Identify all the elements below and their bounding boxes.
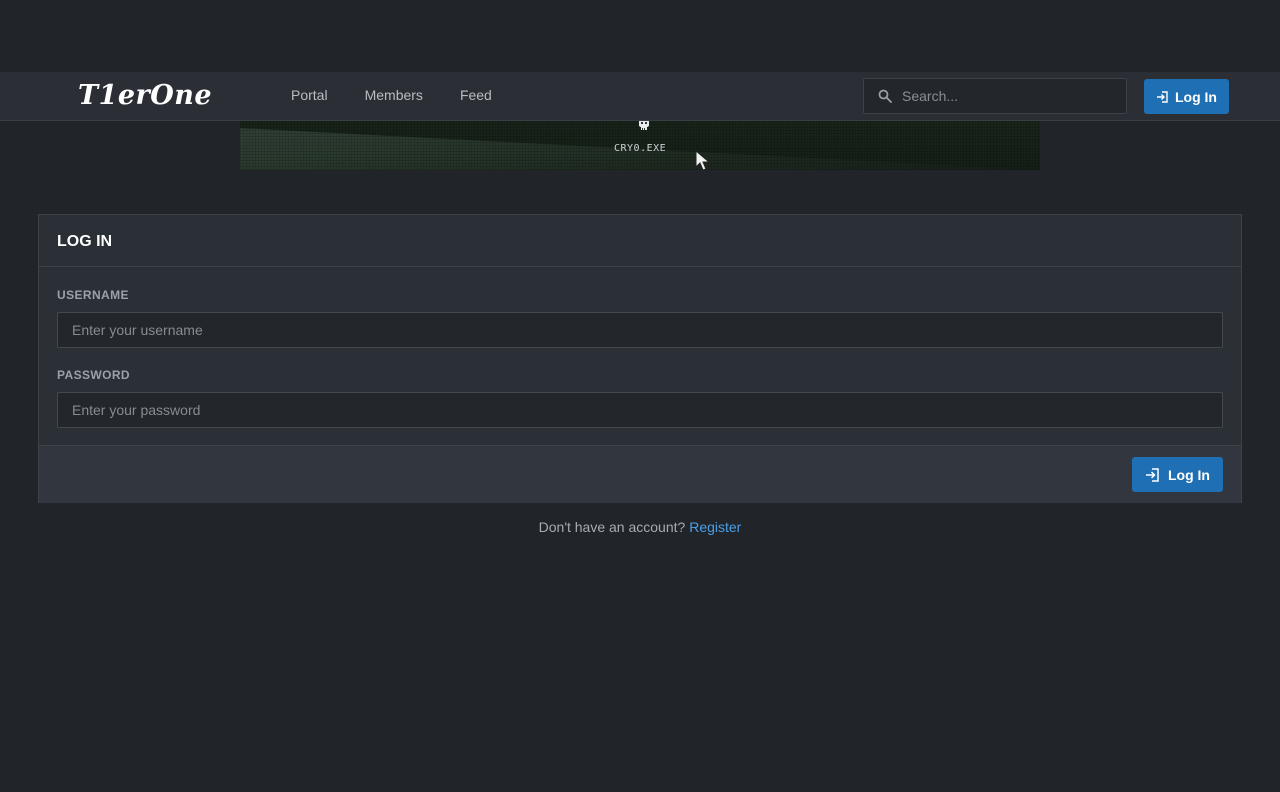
banner-caption: CRY0.EXE xyxy=(614,143,667,154)
header-login-button[interactable]: Log In xyxy=(1144,79,1229,114)
search-input[interactable] xyxy=(902,79,1122,113)
site-header: T1erOne Portal Members Feed Log In xyxy=(0,72,1280,121)
register-prompt: Don't have an account? Register xyxy=(0,519,1280,535)
register-prompt-text: Don't have an account? xyxy=(538,519,686,535)
login-panel: LOG IN USERNAME PASSWORD Log In xyxy=(38,214,1242,503)
site-logo[interactable]: T1erOne xyxy=(78,80,212,111)
password-label: PASSWORD xyxy=(57,368,130,382)
header-login-label: Log In xyxy=(1175,88,1217,105)
nav-item-feed[interactable]: Feed xyxy=(460,87,492,103)
username-field[interactable] xyxy=(57,312,1223,348)
login-submit-button[interactable]: Log In xyxy=(1132,457,1223,492)
search-box xyxy=(863,78,1127,114)
login-panel-title: LOG IN xyxy=(39,215,1241,267)
search-icon xyxy=(878,89,892,103)
mouse-cursor-icon xyxy=(695,150,711,170)
nav-item-members[interactable]: Members xyxy=(365,87,423,103)
main-nav: Portal Members Feed xyxy=(291,87,529,103)
login-submit-label: Log In xyxy=(1168,466,1210,483)
username-label: USERNAME xyxy=(57,288,129,302)
nav-item-portal[interactable]: Portal xyxy=(291,87,328,103)
register-link[interactable]: Register xyxy=(689,519,741,535)
login-panel-footer: Log In xyxy=(39,445,1241,503)
login-icon xyxy=(1157,90,1168,103)
password-field[interactable] xyxy=(57,392,1223,428)
login-icon xyxy=(1146,467,1159,482)
